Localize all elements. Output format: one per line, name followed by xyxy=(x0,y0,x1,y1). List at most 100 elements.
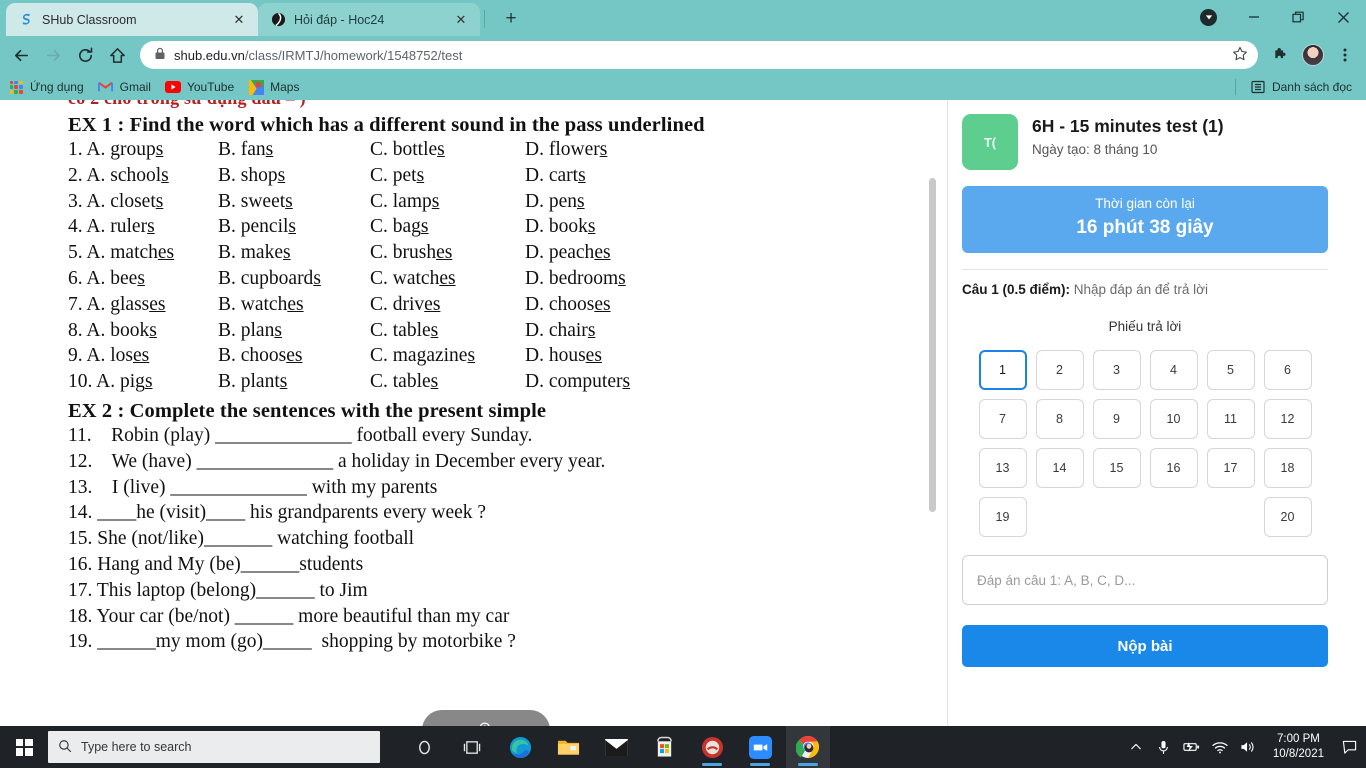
zoom-toolbar[interactable]: − + xyxy=(422,710,550,726)
ex1-row: 1. A. groups B. fans C. bottles D. flowers xyxy=(68,137,828,163)
answer-cell-spacer xyxy=(1206,497,1255,537)
answer-cell-12[interactable]: 12 xyxy=(1263,399,1312,439)
document-pane[interactable]: có 2 chỗ trống sử dụng dấu – ) EX 1 : Fi… xyxy=(0,100,948,726)
minimize-button[interactable] xyxy=(1231,0,1276,34)
microsoft-store-icon[interactable] xyxy=(642,726,686,768)
close-button[interactable] xyxy=(1321,0,1366,34)
reload-icon[interactable] xyxy=(70,40,100,70)
answer-placeholder: Đáp án câu 1: A, B, C, D... xyxy=(977,572,1136,588)
answer-cell-5[interactable]: 5 xyxy=(1206,350,1255,390)
answer-input[interactable]: Đáp án câu 1: A, B, C, D... xyxy=(962,555,1328,605)
answer-cell-16[interactable]: 16 xyxy=(1149,448,1198,488)
search-placeholder: Type here to search xyxy=(81,740,192,754)
answer-sheet-grid: 1 2 3 4 5 6 7 8 9 10 11 12 13 14 15 16 1… xyxy=(962,350,1328,537)
new-tab-button[interactable]: + xyxy=(497,5,525,33)
bookmarks-bar: Ứng dụng Gmail YouTube Maps Danh sách đọ… xyxy=(0,74,1366,100)
bookmark-apps[interactable]: Ứng dụng xyxy=(8,79,84,95)
zoom-icon[interactable] xyxy=(738,726,782,768)
ex1-row: 5. A. matches B. makes C. brushes D. peache… xyxy=(68,240,828,266)
forward-icon[interactable] xyxy=(38,40,68,70)
answer-cell-spacer xyxy=(1092,497,1141,537)
bookmark-star-icon[interactable] xyxy=(1232,46,1248,65)
profile-avatar[interactable] xyxy=(1298,40,1328,70)
edge-icon[interactable] xyxy=(498,726,542,768)
tab-title: SHub Classroom xyxy=(42,12,137,27)
task-view-icon[interactable] xyxy=(450,726,494,768)
answer-cell-15[interactable]: 15 xyxy=(1092,448,1141,488)
tab-hoidap-hoc24[interactable]: Hỏi đáp - Hoc24 ✕ xyxy=(258,3,480,36)
tab-shub-classroom[interactable]: SHub Classroom ✕ xyxy=(6,3,258,36)
answer-cell-14[interactable]: 14 xyxy=(1035,448,1084,488)
answer-cell-9[interactable]: 9 xyxy=(1092,399,1141,439)
maps-icon xyxy=(248,79,264,95)
mail-icon[interactable] xyxy=(594,726,638,768)
ex2-line: 11. Robin (play) ______________ football… xyxy=(68,424,533,446)
answer-cell-2[interactable]: 2 xyxy=(1035,350,1084,390)
answer-cell-10[interactable]: 10 xyxy=(1149,399,1198,439)
restore-button[interactable] xyxy=(1276,0,1321,34)
answer-cell-8[interactable]: 8 xyxy=(1035,399,1084,439)
answer-cell-19[interactable]: 19 xyxy=(978,497,1027,537)
opt-b: B. watches xyxy=(218,293,304,315)
address-bar[interactable]: shub.edu.vn/class/IRMTJ/homework/1548752… xyxy=(140,41,1258,69)
apps-grid-icon xyxy=(8,79,24,95)
current-question-label: Câu 1 (0.5 điểm): Nhập đáp án để trả lời xyxy=(962,282,1328,297)
reading-list-button[interactable]: Danh sách đọc xyxy=(1234,79,1358,95)
wifi-icon[interactable] xyxy=(1207,726,1233,768)
search-input[interactable]: Type here to search xyxy=(48,731,380,763)
answer-cell-17[interactable]: 17 xyxy=(1206,448,1255,488)
home-icon[interactable] xyxy=(102,40,132,70)
browser-chrome: SHub Classroom ✕ Hỏi đáp - Hoc24 ✕ + shu… xyxy=(0,0,1366,100)
cortana-icon[interactable] xyxy=(402,726,446,768)
microphone-icon[interactable] xyxy=(1151,726,1177,768)
submit-button[interactable]: Nộp bài xyxy=(962,625,1328,667)
three-dot-menu-icon[interactable] xyxy=(1330,40,1360,70)
ex2-lines-container: 11. Robin (play) ______________ football… xyxy=(68,423,828,655)
close-icon[interactable]: ✕ xyxy=(452,11,470,29)
answer-cell-18[interactable]: 18 xyxy=(1263,448,1312,488)
file-explorer-icon[interactable] xyxy=(546,726,590,768)
answer-cell-3[interactable]: 3 xyxy=(1092,350,1141,390)
hoc24-globe-icon xyxy=(270,12,286,28)
search-icon xyxy=(58,739,72,756)
ex2-line: 14. ____he (visit)____ his grandparents … xyxy=(68,502,487,524)
answer-cell-6[interactable]: 6 xyxy=(1263,350,1312,390)
opt-b: B. plans xyxy=(218,319,282,341)
clipped-red-note: có 2 chỗ trống sử dụng dấu – ) xyxy=(68,100,828,109)
answer-cell-20[interactable]: 20 xyxy=(1263,497,1312,537)
url-path: /class/IRMTJ/homework/1548752/test xyxy=(244,47,463,63)
battery-icon[interactable] xyxy=(1179,726,1205,768)
opt-c: C. tables xyxy=(370,319,439,341)
back-icon[interactable] xyxy=(6,40,36,70)
answer-cell-13[interactable]: 13 xyxy=(978,448,1027,488)
answer-cell-1[interactable]: 1 xyxy=(978,350,1027,390)
opt-a: 8. A. books xyxy=(68,319,157,341)
chevron-up-icon[interactable] xyxy=(1123,726,1149,768)
document-scrollbar-thumb[interactable] xyxy=(929,178,936,512)
puzzle-icon[interactable] xyxy=(1266,40,1296,70)
bookmark-youtube[interactable]: YouTube xyxy=(164,79,234,95)
answer-cell-11[interactable]: 11 xyxy=(1206,399,1255,439)
bookmark-gmail[interactable]: Gmail xyxy=(98,79,151,95)
answer-cell-7[interactable]: 7 xyxy=(978,399,1027,439)
question-number: Câu 1 (0.5 điểm): xyxy=(962,282,1074,297)
volume-icon[interactable] xyxy=(1235,726,1261,768)
opt-b: B. chooses xyxy=(218,345,303,367)
close-icon[interactable]: ✕ xyxy=(230,11,248,29)
action-center-icon[interactable] xyxy=(1336,726,1362,768)
ex2-line: 12. We (have) ______________ a holiday i… xyxy=(68,450,606,472)
opt-d: D. flowers xyxy=(525,139,608,160)
opt-b: B. cupboards xyxy=(218,267,321,289)
windows-start-icon[interactable] xyxy=(0,726,48,768)
opt-c: C. tables xyxy=(370,371,439,393)
window-controls xyxy=(1186,0,1366,34)
download-badge-icon[interactable] xyxy=(1186,0,1231,34)
answer-cell-4[interactable]: 4 xyxy=(1149,350,1198,390)
bookmark-maps[interactable]: Maps xyxy=(248,79,299,95)
lock-icon xyxy=(154,47,166,63)
chrome-icon[interactable] xyxy=(786,726,830,768)
app-red-icon[interactable] xyxy=(690,726,734,768)
taskbar-clock[interactable]: 7:00 PM 10/8/2021 xyxy=(1263,732,1334,762)
opt-c: C. lamps xyxy=(370,190,440,212)
ex1-heading: EX 1 : Find the word which has a differe… xyxy=(68,114,705,136)
